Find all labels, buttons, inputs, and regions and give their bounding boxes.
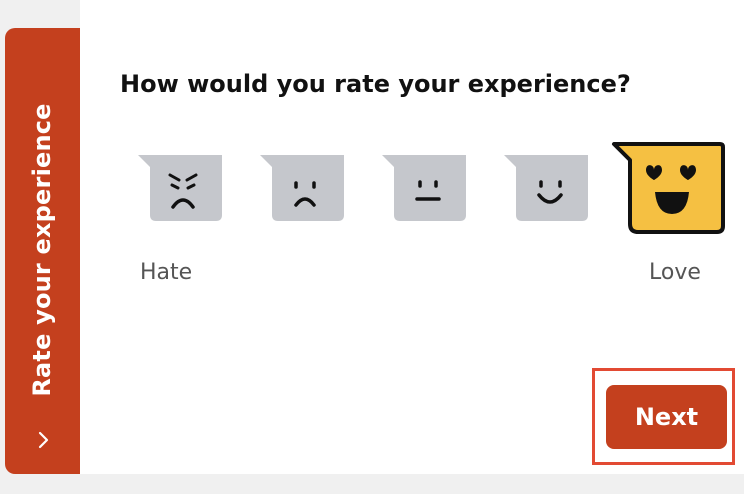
- next-button[interactable]: Next: [606, 385, 727, 449]
- feedback-widget: Rate your experience How would you rate …: [0, 0, 744, 494]
- smile-face-icon[interactable]: [504, 155, 588, 223]
- angry-face-icon[interactable]: [138, 155, 222, 223]
- neutral-face-icon[interactable]: [382, 155, 466, 223]
- sad-face-icon[interactable]: [260, 155, 344, 223]
- side-tab-toggle[interactable]: Rate your experience: [5, 28, 80, 474]
- chevron-right-icon: [38, 431, 49, 449]
- question-heading: How would you rate your experience?: [120, 70, 631, 98]
- heart-eyes-face-icon[interactable]: [610, 140, 726, 236]
- scale-low-label: Hate: [140, 260, 193, 285]
- side-tab-label: Rate your experience: [28, 103, 56, 397]
- scale-high-label: Love: [649, 260, 701, 285]
